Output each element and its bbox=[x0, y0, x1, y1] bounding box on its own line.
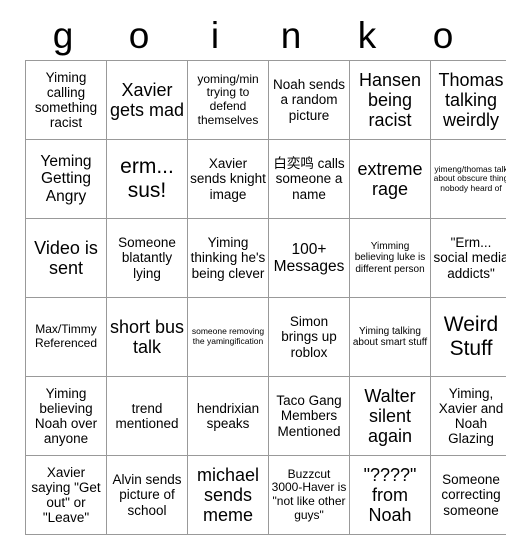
bingo-cell[interactable]: Xavier saying "Get out" or "Leave" bbox=[25, 455, 107, 535]
bingo-cell[interactable]: Yiming thinking he's being clever bbox=[187, 218, 269, 298]
bingo-cell[interactable]: yoming/min trying to defend themselves bbox=[187, 60, 269, 140]
bingo-row: Xavier saying "Get out" or "Leave" Alvin… bbox=[25, 455, 506, 535]
bingo-cell[interactable]: trend mentioned bbox=[106, 376, 188, 456]
bingo-board: g o i n k o Yiming calling something rac… bbox=[0, 0, 506, 544]
bingo-cell[interactable]: Taco Gang Members Mentioned bbox=[268, 376, 350, 456]
header-letter-4: k bbox=[357, 15, 377, 56]
bingo-row: Max/Timmy Referenced short bus talk some… bbox=[25, 297, 506, 377]
bingo-cell[interactable]: Weird Stuff bbox=[430, 297, 506, 377]
bingo-cell[interactable]: Alvin sends picture of school bbox=[106, 455, 188, 535]
bingo-cell[interactable]: Someone blatantly lying bbox=[106, 218, 188, 298]
bingo-cell[interactable]: Walter silent again bbox=[349, 376, 431, 456]
bingo-cell[interactable]: michael sends meme bbox=[187, 455, 269, 535]
bingo-cell[interactable]: someone removing the yamingification bbox=[187, 297, 269, 377]
header-letter-2: i bbox=[210, 15, 220, 56]
bingo-cell[interactable]: Yiming believing Noah over anyone bbox=[25, 376, 107, 456]
bingo-cell[interactable]: Buzzcut 3000-Haver is "not like other gu… bbox=[268, 455, 350, 535]
bingo-cell[interactable]: Noah sends a random picture bbox=[268, 60, 350, 140]
bingo-cell[interactable]: Video is sent bbox=[25, 218, 107, 298]
bingo-cell[interactable]: Yiming talking about smart stuff bbox=[349, 297, 431, 377]
bingo-cell[interactable]: Yimming believing luke is different pers… bbox=[349, 218, 431, 298]
bingo-cell[interactable]: yimeng/thomas talk about obscure thing n… bbox=[430, 139, 506, 219]
bingo-cell[interactable]: "Erm... social media addicts" bbox=[430, 218, 506, 298]
bingo-row: Yiming believing Noah over anyone trend … bbox=[25, 376, 506, 456]
bingo-cell[interactable]: Hansen being racist bbox=[349, 60, 431, 140]
bingo-grid: Yiming calling something racist Xavier g… bbox=[25, 60, 506, 535]
header-letter-3: n bbox=[280, 15, 302, 56]
bingo-cell[interactable]: "????" from Noah bbox=[349, 455, 431, 535]
bingo-cell[interactable]: Max/Timmy Referenced bbox=[25, 297, 107, 377]
bingo-cell[interactable]: 100+ Messages bbox=[268, 218, 350, 298]
bingo-cell[interactable]: extreme rage bbox=[349, 139, 431, 219]
bingo-cell[interactable]: erm... sus! bbox=[106, 139, 188, 219]
bingo-cell[interactable]: Yiming, Xavier and Noah Glazing bbox=[430, 376, 506, 456]
bingo-cell[interactable]: Xavier sends knight image bbox=[187, 139, 269, 219]
bingo-cell[interactable]: Someone correcting someone bbox=[430, 455, 506, 535]
bingo-cell[interactable]: 白奕鸣 calls someone a name bbox=[268, 139, 350, 219]
bingo-cell[interactable]: Yiming calling something racist bbox=[25, 60, 107, 140]
header-letter-5: o bbox=[432, 15, 454, 56]
header-letter-0: g bbox=[52, 15, 74, 56]
bingo-cell[interactable]: Xavier gets mad bbox=[106, 60, 188, 140]
bingo-header-letters: g o i n k o bbox=[25, 12, 481, 60]
header-letter-1: o bbox=[128, 15, 150, 56]
bingo-row: Yeming Getting Angry erm... sus! Xavier … bbox=[25, 139, 506, 219]
bingo-row: Yiming calling something racist Xavier g… bbox=[25, 60, 506, 140]
bingo-cell[interactable]: Thomas talking weirdly bbox=[430, 60, 506, 140]
bingo-cell[interactable]: hendrixian speaks bbox=[187, 376, 269, 456]
bingo-cell[interactable]: Yeming Getting Angry bbox=[25, 139, 107, 219]
bingo-cell[interactable]: short bus talk bbox=[106, 297, 188, 377]
bingo-row: Video is sent Someone blatantly lying Yi… bbox=[25, 218, 506, 298]
bingo-cell[interactable]: Simon brings up roblox bbox=[268, 297, 350, 377]
